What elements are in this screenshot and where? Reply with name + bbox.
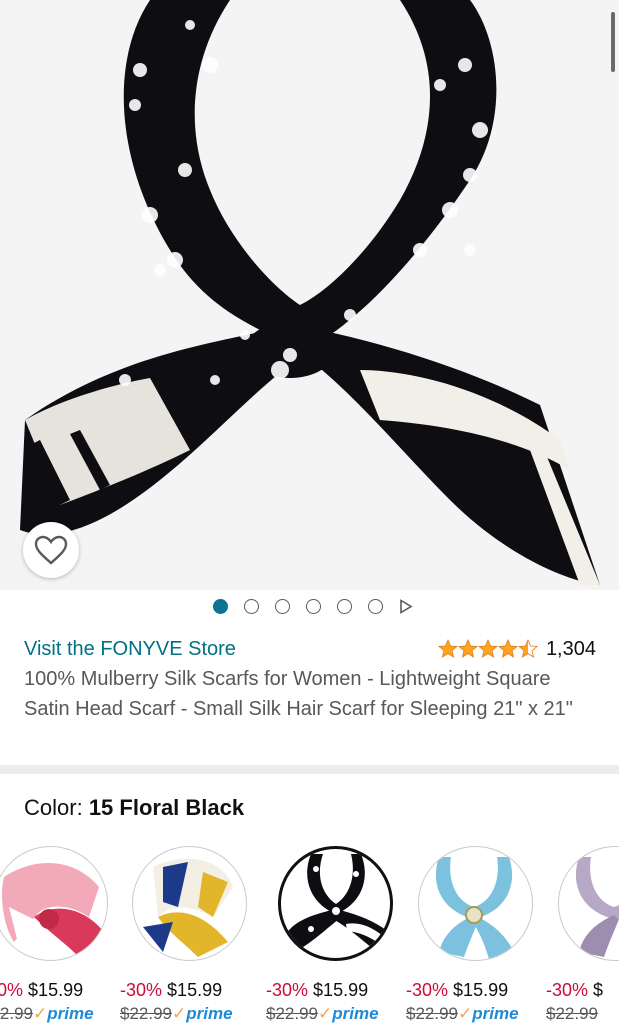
product-image-gallery[interactable]: [0, 0, 619, 590]
play-arrow-icon[interactable]: [399, 598, 413, 614]
list-price: $22.99: [546, 1004, 598, 1023]
pagination-dot-6[interactable]: [367, 598, 383, 614]
swatch-image: [278, 846, 393, 961]
price-value: $: [593, 980, 604, 1000]
swatch-image: [558, 846, 619, 961]
price-value: $15.99: [167, 980, 223, 1000]
discount-badge: -30%: [266, 980, 309, 1000]
color-selector-label: Color: 15 Floral Black: [24, 795, 244, 821]
pagination-dot-4[interactable]: [305, 598, 321, 614]
star-rating-icon: [438, 639, 538, 658]
swatch-image: [418, 846, 533, 961]
list-price: $22.99: [120, 1004, 172, 1023]
color-selected-value: 15 Floral Black: [88, 795, 245, 820]
section-divider: [0, 765, 619, 774]
pagination-dot-2[interactable]: [243, 598, 259, 614]
swatch-image: [132, 846, 247, 961]
price-value: $15.99: [313, 980, 369, 1000]
prime-badge: prime: [47, 1004, 94, 1023]
list-price: $22.99: [266, 1004, 318, 1023]
price-value: $15.99: [453, 980, 509, 1000]
prime-badge: prime: [332, 1004, 379, 1023]
list-price-row: $22.99✓prime: [0, 1004, 94, 1024]
discount-badge: -30%: [120, 980, 163, 1000]
color-swatches: -30% $15.99 $22.99✓prime -30% $15.99 $22…: [0, 846, 619, 1024]
swatch-price: -30% $15.99: [120, 980, 280, 1001]
product-title: 100% Mulberry Silk Scarfs for Women - Li…: [24, 668, 573, 720]
rating[interactable]: 1,304: [438, 638, 596, 661]
list-price-row: $22.99: [546, 1004, 598, 1024]
pagination-dot-3[interactable]: [274, 598, 290, 614]
swatch-price: -30% $: [546, 980, 619, 1001]
wishlist-button[interactable]: [23, 522, 79, 578]
swatch-price: -30% $15.99: [266, 980, 426, 1001]
rating-count[interactable]: 1,304: [546, 638, 596, 661]
pagination-dot-5[interactable]: [336, 598, 352, 614]
store-rating-row: Visit the FONYVE Store 1,304: [24, 634, 596, 664]
list-price: $22.99: [0, 1004, 33, 1023]
product-image-floral-black-scarf: [20, 0, 600, 585]
prime-badge: prime: [472, 1004, 519, 1023]
list-price-row: $22.99✓prime: [120, 1004, 233, 1023]
prime-badge: prime: [186, 1004, 233, 1023]
list-price-row: $22.99✓prime: [266, 1004, 379, 1023]
scrollbar[interactable]: [611, 12, 615, 72]
pagination-dot-1[interactable]: [212, 598, 228, 614]
swatch-price: -30% $15.99: [406, 980, 566, 1001]
list-price-row: $22.99✓prime: [406, 1004, 519, 1023]
discount-badge: -30%: [546, 980, 589, 1000]
list-price: $22.99: [406, 1004, 458, 1023]
discount-badge: -30%: [406, 980, 449, 1000]
color-label-prefix: Color:: [24, 795, 83, 820]
image-pagination: [0, 594, 619, 618]
swatch-image: [0, 846, 108, 961]
heart-icon: [34, 535, 68, 565]
store-link[interactable]: Visit the FONYVE Store: [24, 638, 236, 661]
discount-badge: -30%: [0, 980, 24, 1000]
price-value: $15.99: [28, 980, 84, 1000]
